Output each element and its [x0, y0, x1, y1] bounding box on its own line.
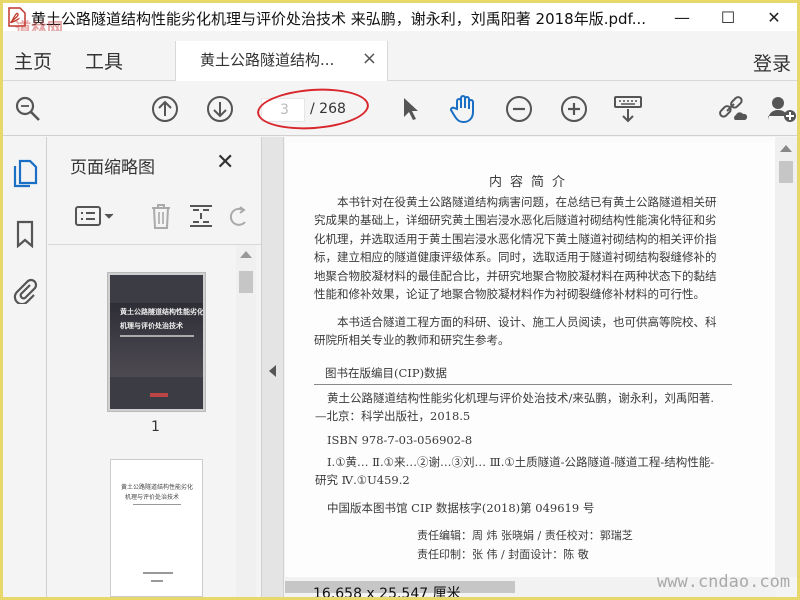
add-user-icon[interactable] [765, 92, 797, 126]
cover-title-line2: 机理与评价处治技术 [120, 322, 183, 330]
title-page-publisher [143, 572, 173, 574]
publisher-logo [150, 393, 168, 397]
panel-toolbar [48, 189, 261, 245]
doc-scroll-up-icon[interactable] [780, 145, 792, 152]
document-vertical-scrollbar[interactable] [775, 137, 797, 577]
app-window: 黄土公路隧道结构性能劣化机理与评价处治技术 来弘鹏，谢永利，刘禹阳著 2018年… [3, 3, 797, 597]
bookmarks-icon[interactable] [11, 219, 39, 249]
collapse-arrow-icon[interactable] [269, 365, 276, 377]
credits-editors: 责任编辑：周 炜 张晓娟 / 责任校对：郭瑞芝 [417, 529, 633, 542]
cip-number: 中国版本图书馆 CIP 数据核字(2018)第 049619 号 [327, 501, 595, 515]
keyboard-scroll-icon[interactable] [611, 92, 645, 126]
close-tab-icon[interactable]: × [362, 48, 377, 69]
thumbnail-page-1[interactable]: 黄土公路隧道结构性能劣化 机理与评价处治技术 [108, 273, 205, 411]
zoom-in-icon[interactable] [557, 92, 591, 126]
watermark-bottom: www.cndao.com [657, 572, 791, 592]
share-link-icon[interactable] [715, 92, 749, 126]
tab-document[interactable]: 黄土公路隧道结构... × [175, 41, 388, 81]
scroll-thumb[interactable] [239, 271, 253, 293]
credits-production: 责任印制：张 伟 / 封面设计：陈 敬 [417, 548, 589, 561]
rotate-page-icon[interactable] [224, 201, 254, 231]
toolbar: 3 / 268 [3, 82, 797, 136]
thumbnail-page-2[interactable]: 黄土公路隧道结构性能劣化 机理与评价处治技术 [110, 459, 203, 597]
title-page-line2: 机理与评价处治技术 [125, 494, 180, 501]
scroll-up-icon[interactable] [240, 251, 252, 258]
close-window-button[interactable]: ✕ [751, 3, 797, 31]
doc-scroll-thumb[interactable] [779, 161, 793, 183]
red-annotation-oval [255, 85, 371, 133]
navigation-rail [3, 137, 47, 597]
cover-title-line1: 黄土公路隧道结构性能劣化 [120, 308, 204, 316]
previous-page-icon[interactable] [148, 92, 182, 126]
page-size-readout: 16.658 x 25.547 厘米 [313, 586, 461, 597]
document-page: 内容简介 本书针对在役黄土公路隧道结构病害问题，在总结已有黄土公路隧道相关研究成… [287, 143, 775, 577]
minimize-button[interactable]: — [659, 3, 705, 31]
title-page-city [151, 580, 163, 582]
title-page-line1: 黄土公路隧道结构性能劣化 [121, 484, 194, 491]
delete-page-icon[interactable] [146, 201, 176, 231]
login-button[interactable]: 登录 [753, 49, 791, 76]
doc-heading: 内容简介 [488, 175, 573, 190]
title-bar: 黄土公路隧道结构性能劣化机理与评价处治技术 来弘鹏，谢永利，刘禹阳著 2018年… [3, 3, 797, 38]
collapse-panel-strip[interactable] [261, 137, 284, 597]
cip-record: 黄土公路隧道结构性能劣化机理与评价处治技术/来弘鹏，谢永利，刘禹阳著. —北京：… [315, 391, 715, 424]
select-cursor-icon[interactable] [393, 92, 427, 126]
panel-title: 页面缩略图 [70, 158, 155, 178]
close-panel-icon[interactable]: ✕ [216, 150, 234, 175]
thumbnail-scrollbar[interactable] [236, 245, 256, 597]
maximize-button[interactable]: ☐ [705, 3, 751, 31]
hand-tool-icon[interactable] [447, 92, 481, 126]
cover-rule [120, 335, 194, 337]
window-title: 黄土公路隧道结构性能劣化机理与评价处治技术 来弘鹏，谢永利，刘禹阳著 2018年… [31, 10, 647, 28]
summary-paragraph-1: 本书针对在役黄土公路隧道结构病害问题，在总结已有黄土公路隧道相关研究成果的基础上… [314, 195, 717, 302]
summary-paragraph-2: 本书适合隧道工程方面的科研、设计、施工人员阅读，也可供高等院校、科研院所相关专业… [314, 315, 717, 348]
zoom-search-icon[interactable] [11, 92, 45, 126]
document-tab-label: 黄土公路隧道结构... [200, 51, 335, 69]
cip-isbn: ISBN 978-7-03-056902-8 [327, 433, 473, 447]
thumbnail-list: 黄土公路隧道结构性能劣化 机理与评价处治技术 1 黄土公路隧道结构性能劣化 机理… [48, 245, 236, 597]
cip-title: 图书在版编目(CIP)数据 [325, 366, 448, 380]
page-thumbnails-icon[interactable] [11, 159, 39, 189]
cip-divider [314, 384, 732, 385]
tab-tools[interactable]: 工具 [85, 47, 123, 74]
title-page-rule [133, 504, 181, 505]
cip-classification: Ⅰ.①黄… Ⅱ.①来…②谢…③刘… Ⅲ.①土质隧道-公路隧道-隧道工程-结构性能… [315, 455, 715, 488]
zoom-out-icon[interactable] [502, 92, 536, 126]
thumbnail-options-icon[interactable] [73, 201, 117, 231]
thumbnail-page-number: 1 [151, 419, 160, 435]
crop-page-icon[interactable] [186, 201, 216, 231]
tab-home[interactable]: 主页 [14, 47, 52, 74]
document-view[interactable]: 内容简介 本书针对在役黄土公路隧道结构病害问题，在总结已有黄土公路隧道相关研究成… [285, 137, 775, 577]
next-page-icon[interactable] [203, 92, 237, 126]
attachments-icon[interactable] [11, 275, 39, 305]
tab-bar: 主页 工具 黄土公路隧道结构... × 登录 [3, 31, 797, 81]
thumbnail-panel: 页面缩略图 ✕ 黄土公路隧道结构性能劣化 机理与评价处治技术 1 黄土公路隧道结… [48, 137, 261, 597]
